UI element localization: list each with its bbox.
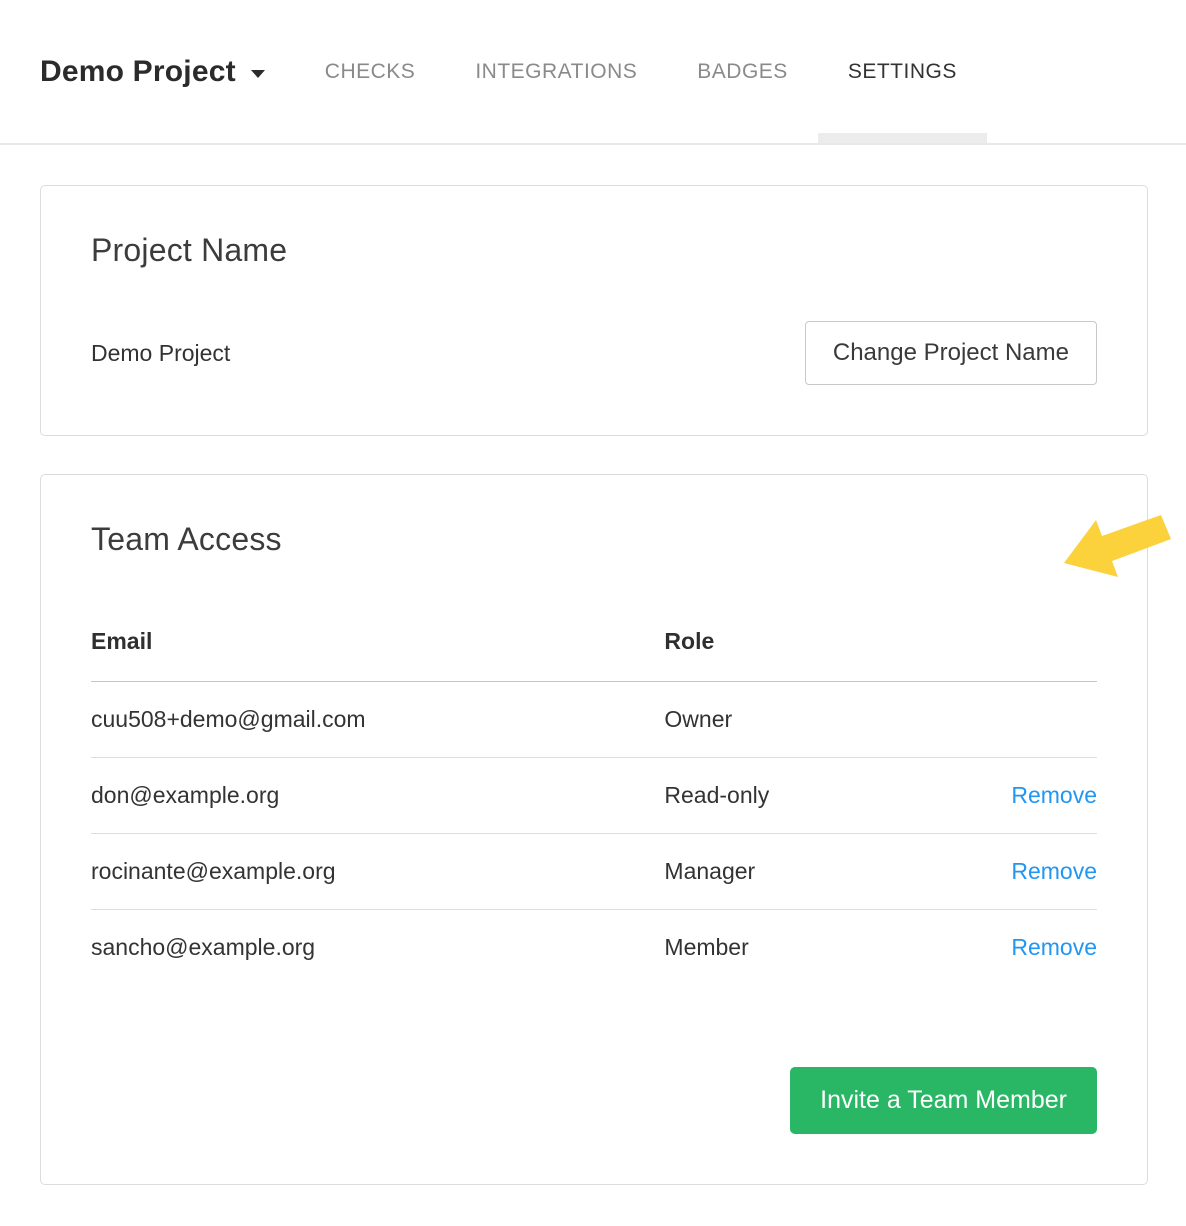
tab-label: SETTINGS <box>848 60 957 84</box>
tab-settings[interactable]: SETTINGS <box>818 0 987 143</box>
remove-link[interactable]: Remove <box>1011 934 1097 960</box>
member-role: Member <box>664 910 976 986</box>
member-email: sancho@example.org <box>91 910 664 986</box>
table-row: sancho@example.org Member Remove <box>91 910 1097 986</box>
tab-checks[interactable]: CHECKS <box>295 0 446 143</box>
table-row: don@example.org Read-only Remove <box>91 758 1097 834</box>
project-name-card-title: Project Name <box>91 232 1097 269</box>
project-tabs: CHECKS INTEGRATIONS BADGES SETTINGS <box>295 0 987 143</box>
chevron-down-icon <box>251 70 265 78</box>
team-access-card-title: Team Access <box>91 521 1097 558</box>
member-role: Owner <box>664 682 976 758</box>
tab-label: INTEGRATIONS <box>475 60 637 84</box>
tab-integrations[interactable]: INTEGRATIONS <box>445 0 667 143</box>
table-row: cuu508+demo@gmail.com Owner <box>91 682 1097 758</box>
member-email: don@example.org <box>91 758 664 834</box>
role-column-header: Role <box>664 602 976 682</box>
table-row: rocinante@example.org Manager Remove <box>91 834 1097 910</box>
project-name-card: Project Name Demo Project Change Project… <box>40 185 1148 436</box>
member-role: Manager <box>664 834 976 910</box>
invite-row: Invite a Team Member <box>91 1067 1097 1134</box>
project-name-value: Demo Project <box>91 340 230 367</box>
team-access-card: Team Access Email Role cuu508+demo@gmail… <box>40 474 1148 1185</box>
team-table-body: cuu508+demo@gmail.com Owner don@example.… <box>91 682 1097 986</box>
member-email: cuu508+demo@gmail.com <box>91 682 664 758</box>
email-column-header: Email <box>91 602 664 682</box>
member-email: rocinante@example.org <box>91 834 664 910</box>
project-switcher[interactable]: Demo Project <box>40 55 265 89</box>
tab-label: CHECKS <box>325 60 416 84</box>
team-members-table: Email Role cuu508+demo@gmail.com Owner d… <box>91 602 1097 985</box>
tab-badges[interactable]: BADGES <box>667 0 818 143</box>
actions-column-header <box>976 602 1097 682</box>
tab-label: BADGES <box>697 60 788 84</box>
remove-link[interactable]: Remove <box>1011 782 1097 808</box>
change-project-name-button[interactable]: Change Project Name <box>805 321 1097 385</box>
table-header-row: Email Role <box>91 602 1097 682</box>
member-role: Read-only <box>664 758 976 834</box>
remove-link[interactable]: Remove <box>1011 858 1097 884</box>
project-name-row: Demo Project Change Project Name <box>91 321 1097 385</box>
invite-team-member-button[interactable]: Invite a Team Member <box>790 1067 1097 1134</box>
project-header: Demo Project CHECKS INTEGRATIONS BADGES … <box>0 0 1186 145</box>
project-title: Demo Project <box>40 55 236 89</box>
